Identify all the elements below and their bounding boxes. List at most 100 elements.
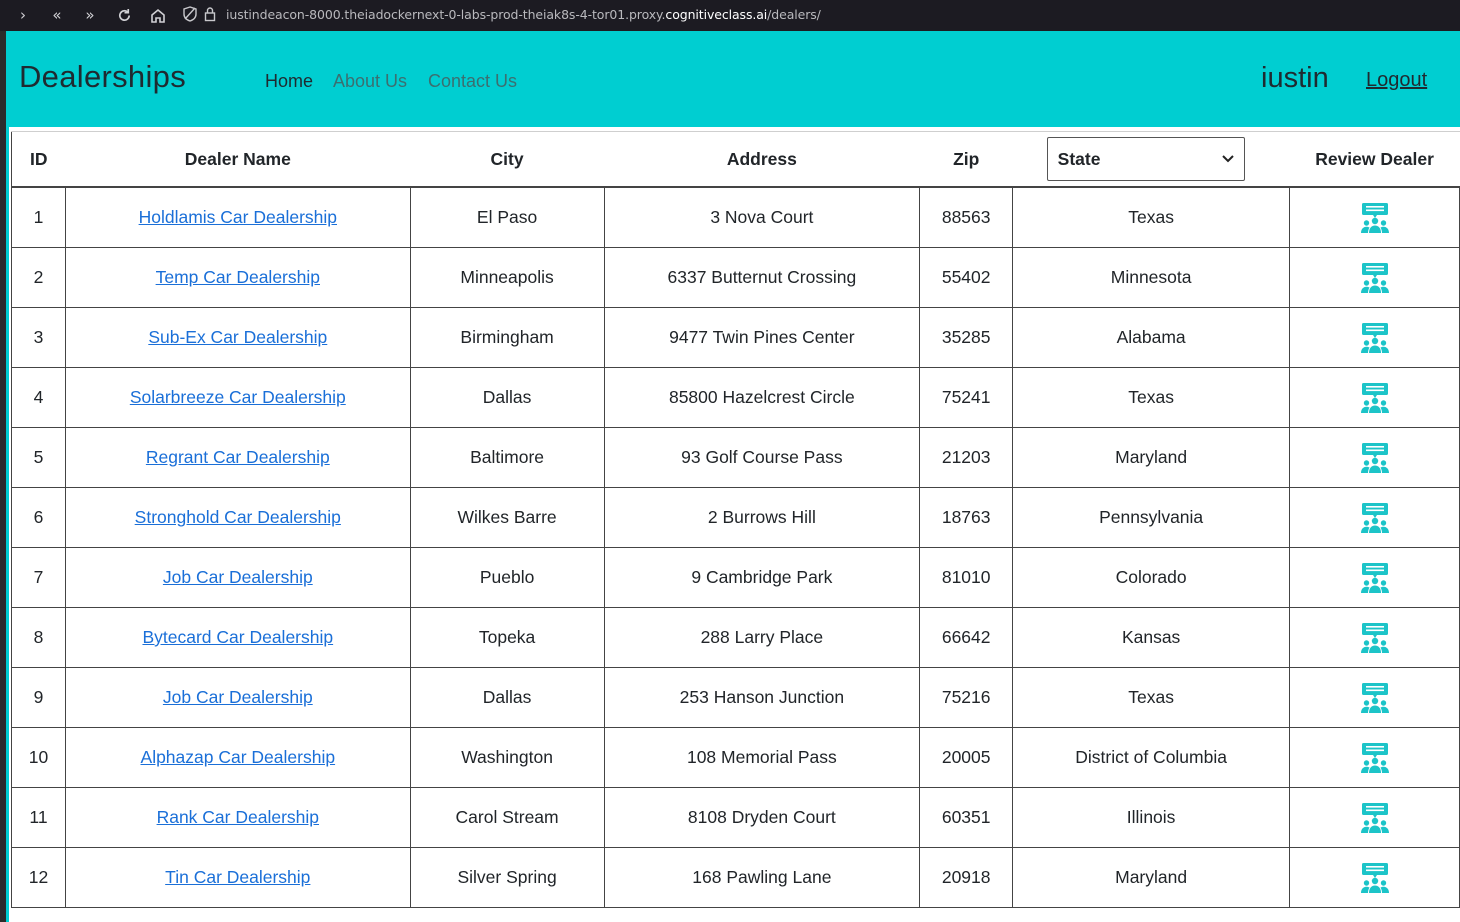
cell-dealer-name: Alphazap Car Dealership bbox=[64, 727, 411, 788]
reload-icon[interactable] bbox=[113, 4, 135, 26]
cell-dealer-name: Temp Car Dealership bbox=[64, 247, 411, 308]
dealer-name-link[interactable]: Solarbreeze Car Dealership bbox=[130, 387, 346, 407]
cell-dealer-name: Regrant Car Dealership bbox=[64, 427, 411, 488]
table-row: 1 Holdlamis Car Dealership El Paso 3 Nov… bbox=[11, 186, 1460, 248]
tracking-shield-icon[interactable] bbox=[183, 6, 197, 26]
cell-state: Maryland bbox=[1012, 427, 1291, 488]
cell-address: 253 Hanson Junction bbox=[603, 667, 921, 728]
cell-zip: 88563 bbox=[919, 186, 1014, 248]
home-icon[interactable] bbox=[147, 4, 169, 26]
review-dealer-icon[interactable] bbox=[1359, 202, 1391, 234]
dealer-name-link[interactable]: Temp Car Dealership bbox=[156, 267, 320, 287]
cell-id: 12 bbox=[11, 847, 66, 908]
dealer-name-link[interactable]: Alphazap Car Dealership bbox=[141, 747, 336, 767]
address-bar[interactable]: iustindeacon-8000.theiadockernext-0-labs… bbox=[226, 7, 821, 22]
lock-icon[interactable] bbox=[204, 6, 216, 26]
header-id: ID bbox=[11, 131, 66, 188]
review-dealer-icon[interactable] bbox=[1359, 862, 1391, 894]
cell-address: 3 Nova Court bbox=[603, 186, 921, 248]
cell-zip: 66642 bbox=[919, 607, 1014, 668]
cell-address: 168 Pawling Lane bbox=[603, 847, 921, 908]
header-city: City bbox=[410, 131, 605, 188]
dealer-name-link[interactable]: Bytecard Car Dealership bbox=[142, 627, 333, 647]
cell-dealer-name: Job Car Dealership bbox=[64, 667, 411, 728]
back-double-chevron-icon[interactable]: « bbox=[46, 4, 68, 26]
logout-link[interactable]: Logout bbox=[1366, 69, 1427, 92]
nav-about-us[interactable]: About Us bbox=[333, 71, 407, 92]
table-row: 5 Regrant Car Dealership Baltimore 93 Go… bbox=[11, 427, 1460, 488]
review-dealer-icon[interactable] bbox=[1359, 262, 1391, 294]
dealer-name-link[interactable]: Tin Car Dealership bbox=[165, 867, 310, 887]
cell-zip: 60351 bbox=[919, 787, 1014, 848]
url-domain: cognitiveclass.ai bbox=[665, 7, 768, 22]
review-dealer-icon[interactable] bbox=[1359, 742, 1391, 774]
chevron-down-icon bbox=[1221, 155, 1234, 163]
cell-address: 9477 Twin Pines Center bbox=[603, 307, 921, 368]
dealer-name-link[interactable]: Rank Car Dealership bbox=[157, 807, 319, 827]
cell-review bbox=[1289, 427, 1460, 488]
header-state: State bbox=[1012, 131, 1290, 188]
cell-review bbox=[1289, 607, 1460, 668]
cell-city: Wilkes Barre bbox=[409, 487, 605, 548]
cell-review bbox=[1289, 367, 1460, 428]
cell-state: Maryland bbox=[1012, 847, 1291, 908]
cell-city: El Paso bbox=[409, 186, 605, 248]
forward-arrow-icon[interactable]: › bbox=[12, 4, 34, 26]
cell-state: Kansas bbox=[1012, 607, 1291, 668]
cell-zip: 55402 bbox=[919, 247, 1014, 308]
cell-city: Dallas bbox=[409, 667, 605, 728]
review-dealer-icon[interactable] bbox=[1359, 322, 1391, 354]
brand-title[interactable]: Dealerships bbox=[19, 59, 186, 95]
cell-review bbox=[1289, 186, 1460, 248]
cell-address: 288 Larry Place bbox=[603, 607, 921, 668]
left-accent-bar bbox=[6, 127, 9, 922]
dealer-name-link[interactable]: Regrant Car Dealership bbox=[146, 447, 330, 467]
cell-state: Texas bbox=[1012, 367, 1291, 428]
cell-id: 10 bbox=[11, 727, 66, 788]
nav-contact-us[interactable]: Contact Us bbox=[428, 71, 517, 92]
cell-zip: 21203 bbox=[919, 427, 1014, 488]
dealer-name-link[interactable]: Holdlamis Car Dealership bbox=[139, 207, 337, 227]
state-filter-select[interactable]: State bbox=[1046, 137, 1245, 181]
url-prefix: iustindeacon-8000.theiadockernext-0-labs… bbox=[226, 7, 666, 22]
cell-state: Illinois bbox=[1012, 787, 1291, 848]
cell-review bbox=[1289, 487, 1460, 548]
cell-address: 2 Burrows Hill bbox=[603, 487, 921, 548]
cell-review bbox=[1289, 307, 1460, 368]
dealer-name-link[interactable]: Stronghold Car Dealership bbox=[135, 507, 341, 527]
cell-dealer-name: Solarbreeze Car Dealership bbox=[64, 367, 411, 428]
cell-dealer-name: Rank Car Dealership bbox=[64, 787, 411, 848]
review-dealer-icon[interactable] bbox=[1359, 682, 1391, 714]
cell-id: 6 bbox=[11, 487, 66, 548]
dealer-name-link[interactable]: Sub-Ex Car Dealership bbox=[148, 327, 327, 347]
header-address: Address bbox=[604, 131, 920, 188]
table-row: 3 Sub-Ex Car Dealership Birmingham 9477 … bbox=[11, 307, 1460, 368]
dealers-page: Dealerships Home About Us Contact Us ius… bbox=[6, 31, 1460, 922]
cell-id: 3 bbox=[11, 307, 66, 368]
table-row: 10 Alphazap Car Dealership Washington 10… bbox=[11, 727, 1460, 788]
cell-id: 5 bbox=[11, 427, 66, 488]
cell-state: Colorado bbox=[1012, 547, 1291, 608]
review-dealer-icon[interactable] bbox=[1359, 562, 1391, 594]
cell-zip: 20918 bbox=[919, 847, 1014, 908]
browser-toolbar: › « » iustindeacon-8000.theiadockernext-… bbox=[0, 0, 1460, 31]
cell-dealer-name: Job Car Dealership bbox=[64, 547, 411, 608]
review-dealer-icon[interactable] bbox=[1359, 802, 1391, 834]
cell-city: Carol Stream bbox=[409, 787, 605, 848]
cell-id: 1 bbox=[11, 186, 66, 248]
dealer-name-link[interactable]: Job Car Dealership bbox=[163, 567, 313, 587]
review-dealer-icon[interactable] bbox=[1359, 442, 1391, 474]
cell-dealer-name: Holdlamis Car Dealership bbox=[64, 186, 411, 248]
cell-review bbox=[1289, 727, 1460, 788]
dealer-name-link[interactable]: Job Car Dealership bbox=[163, 687, 313, 707]
review-dealer-icon[interactable] bbox=[1359, 382, 1391, 414]
cell-dealer-name: Bytecard Car Dealership bbox=[64, 607, 411, 668]
forward-double-chevron-icon[interactable]: » bbox=[79, 4, 101, 26]
nav-home[interactable]: Home bbox=[265, 71, 313, 92]
review-dealer-icon[interactable] bbox=[1359, 622, 1391, 654]
cell-dealer-name: Stronghold Car Dealership bbox=[64, 487, 411, 548]
table-row: 11 Rank Car Dealership Carol Stream 8108… bbox=[11, 787, 1460, 848]
cell-state: District of Columbia bbox=[1012, 727, 1291, 788]
review-dealer-icon[interactable] bbox=[1359, 502, 1391, 534]
table-header-row: ID Dealer Name City Address Zip State Re… bbox=[11, 131, 1460, 188]
